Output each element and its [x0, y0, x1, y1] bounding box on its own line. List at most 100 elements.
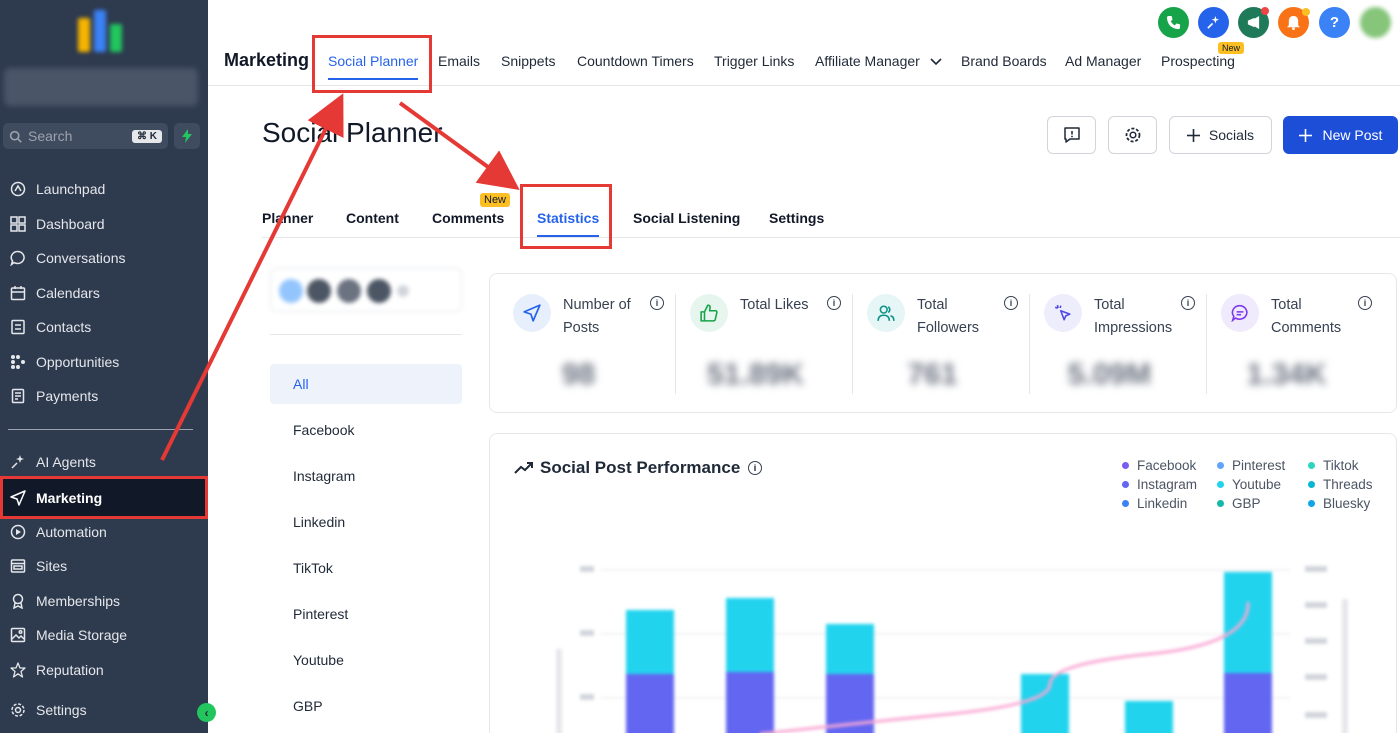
tab-snippets[interactable]: Snippets: [501, 53, 555, 69]
sidebar-item-label: Media Storage: [36, 627, 128, 643]
legend-item[interactable]: Bluesky: [1308, 496, 1370, 511]
chevron-down-icon: [930, 58, 942, 66]
question-icon: ?: [1329, 14, 1340, 31]
help-button[interactable]: ?: [1319, 7, 1350, 38]
ai-assistant-button[interactable]: [1198, 7, 1229, 38]
tab-emails[interactable]: Emails: [438, 53, 480, 69]
phone-button[interactable]: [1158, 7, 1189, 38]
bar-segment: [726, 598, 774, 672]
info-icon[interactable]: i: [650, 296, 664, 310]
axis-tick-marker: [1305, 674, 1327, 680]
gear-icon: [9, 701, 27, 719]
axis-tick-marker: [580, 694, 594, 700]
stats-card: Number of Posts i 98 Total Likes i 51.89…: [489, 273, 1397, 413]
sidebar-item-launchpad[interactable]: Launchpad: [0, 174, 208, 204]
account-avatars[interactable]: [270, 268, 462, 312]
sidebar-item-ai-agents[interactable]: AI Agents: [0, 447, 208, 477]
platform-filter-instagram[interactable]: Instagram: [270, 456, 462, 496]
tab-affiliate-manager[interactable]: Affiliate Manager: [815, 53, 942, 69]
new-post-button[interactable]: New Post: [1283, 116, 1398, 154]
legend-label: Threads: [1323, 477, 1373, 492]
legend-item[interactable]: Tiktok: [1308, 458, 1359, 473]
legend-item[interactable]: Threads: [1308, 477, 1373, 492]
platform-filter-gbp[interactable]: GBP: [270, 686, 462, 726]
sidebar-item-settings[interactable]: Settings: [0, 695, 208, 725]
axis-title-blurred: [556, 649, 562, 733]
platform-filter-linkedin[interactable]: Linkedin: [270, 502, 462, 542]
legend-label: Bluesky: [1323, 496, 1371, 511]
platform-filter-all[interactable]: All: [270, 364, 462, 404]
sidebar-item-sites[interactable]: Sites: [0, 551, 208, 581]
quick-action-button[interactable]: [174, 123, 200, 149]
sidebar-item-label: Dashboard: [36, 216, 105, 232]
legend-swatch: [1122, 462, 1129, 469]
sidebar-item-contacts[interactable]: Contacts: [0, 312, 208, 342]
search-shortcut: ⌘ K: [132, 129, 162, 143]
avatar[interactable]: [1360, 7, 1391, 38]
sidebar-item-memberships[interactable]: Memberships: [0, 586, 208, 616]
info-icon[interactable]: i: [827, 296, 841, 310]
platform-filter-facebook[interactable]: Facebook: [270, 410, 462, 450]
info-icon[interactable]: i: [1358, 296, 1372, 310]
trending-up-icon: [514, 462, 533, 474]
collapse-sidebar-button[interactable]: ‹: [197, 703, 216, 722]
plus-icon: [1298, 128, 1312, 142]
legend-item[interactable]: Instagram: [1122, 477, 1197, 492]
app-logo[interactable]: [76, 10, 124, 52]
legend-item[interactable]: Pinterest: [1217, 458, 1285, 473]
bolt-icon: [182, 129, 192, 143]
tab-brand-boards[interactable]: Brand Boards: [961, 53, 1047, 69]
platform-filter-pinterest[interactable]: Pinterest: [270, 594, 462, 634]
sidebar-item-conversations[interactable]: Conversations: [0, 243, 208, 273]
legend-label: Youtube: [1232, 477, 1282, 492]
sidebar-item-marketing[interactable]: Marketing: [0, 476, 208, 519]
legend-item[interactable]: Facebook: [1122, 458, 1196, 473]
contacts-icon: [9, 318, 27, 336]
tab-label: Affiliate Manager: [815, 53, 920, 69]
search-input[interactable]: Search ⌘ K: [3, 123, 168, 149]
sparkle-icon: [9, 453, 27, 471]
sidebar-item-automation[interactable]: Automation: [0, 517, 208, 547]
tab-planner[interactable]: Planner: [262, 210, 313, 226]
sidebar-item-label: Conversations: [36, 250, 126, 266]
sidebar-item-calendars[interactable]: Calendars: [0, 278, 208, 308]
star-icon: [9, 661, 27, 679]
legend-item[interactable]: Youtube: [1217, 477, 1281, 492]
tab-settings[interactable]: Settings: [769, 210, 824, 226]
info-icon[interactable]: i: [1181, 296, 1195, 310]
add-socials-button[interactable]: Socials: [1169, 116, 1272, 154]
info-icon[interactable]: i: [748, 461, 762, 475]
comment-icon: [1221, 294, 1259, 332]
legend-swatch: [1122, 481, 1129, 488]
tab-ad-manager[interactable]: Ad Manager: [1065, 53, 1141, 69]
cursor-click-icon: [1044, 294, 1082, 332]
legend-item[interactable]: Linkedin: [1122, 496, 1187, 511]
platform-filter-tiktok[interactable]: TikTok: [270, 548, 462, 588]
axis-tick-marker: [580, 630, 594, 636]
sidebar-item-payments[interactable]: Payments: [0, 381, 208, 411]
platform-filter-youtube[interactable]: Youtube: [270, 640, 462, 680]
sidebar-item-media-storage[interactable]: Media Storage: [0, 620, 208, 650]
thumbs-up-icon: [690, 294, 728, 332]
stat-label: Total Comments: [1271, 297, 1342, 336]
legend-label: GBP: [1232, 496, 1261, 511]
tab-prospecting[interactable]: Prospecting: [1161, 53, 1235, 69]
sidebar-item-opportunities[interactable]: Opportunities: [0, 347, 208, 377]
tab-content[interactable]: Content: [346, 210, 399, 226]
legend-item[interactable]: GBP: [1217, 496, 1261, 511]
account-switcher[interactable]: [4, 68, 198, 106]
stat-label: Number of Posts: [563, 297, 631, 336]
tab-comments[interactable]: Comments: [432, 210, 504, 226]
feedback-button[interactable]: [1047, 116, 1096, 154]
settings-button[interactable]: [1108, 116, 1157, 154]
sidebar-item-reputation[interactable]: Reputation: [0, 655, 208, 685]
tab-countdown-timers[interactable]: Countdown Timers: [577, 53, 694, 69]
social-post-performance-card: Social Post Performance i Facebook Instag…: [489, 433, 1397, 733]
tab-social-listening[interactable]: Social Listening: [633, 210, 740, 226]
stat-total-impressions: Total Impressions i 5.09M: [1021, 274, 1198, 414]
info-icon[interactable]: i: [1004, 296, 1018, 310]
sidebar-item-label: Sites: [36, 558, 68, 574]
stat-number-of-posts: Number of Posts i 98: [490, 274, 667, 414]
tab-trigger-links[interactable]: Trigger Links: [714, 53, 794, 69]
sidebar-item-dashboard[interactable]: Dashboard: [0, 209, 208, 239]
